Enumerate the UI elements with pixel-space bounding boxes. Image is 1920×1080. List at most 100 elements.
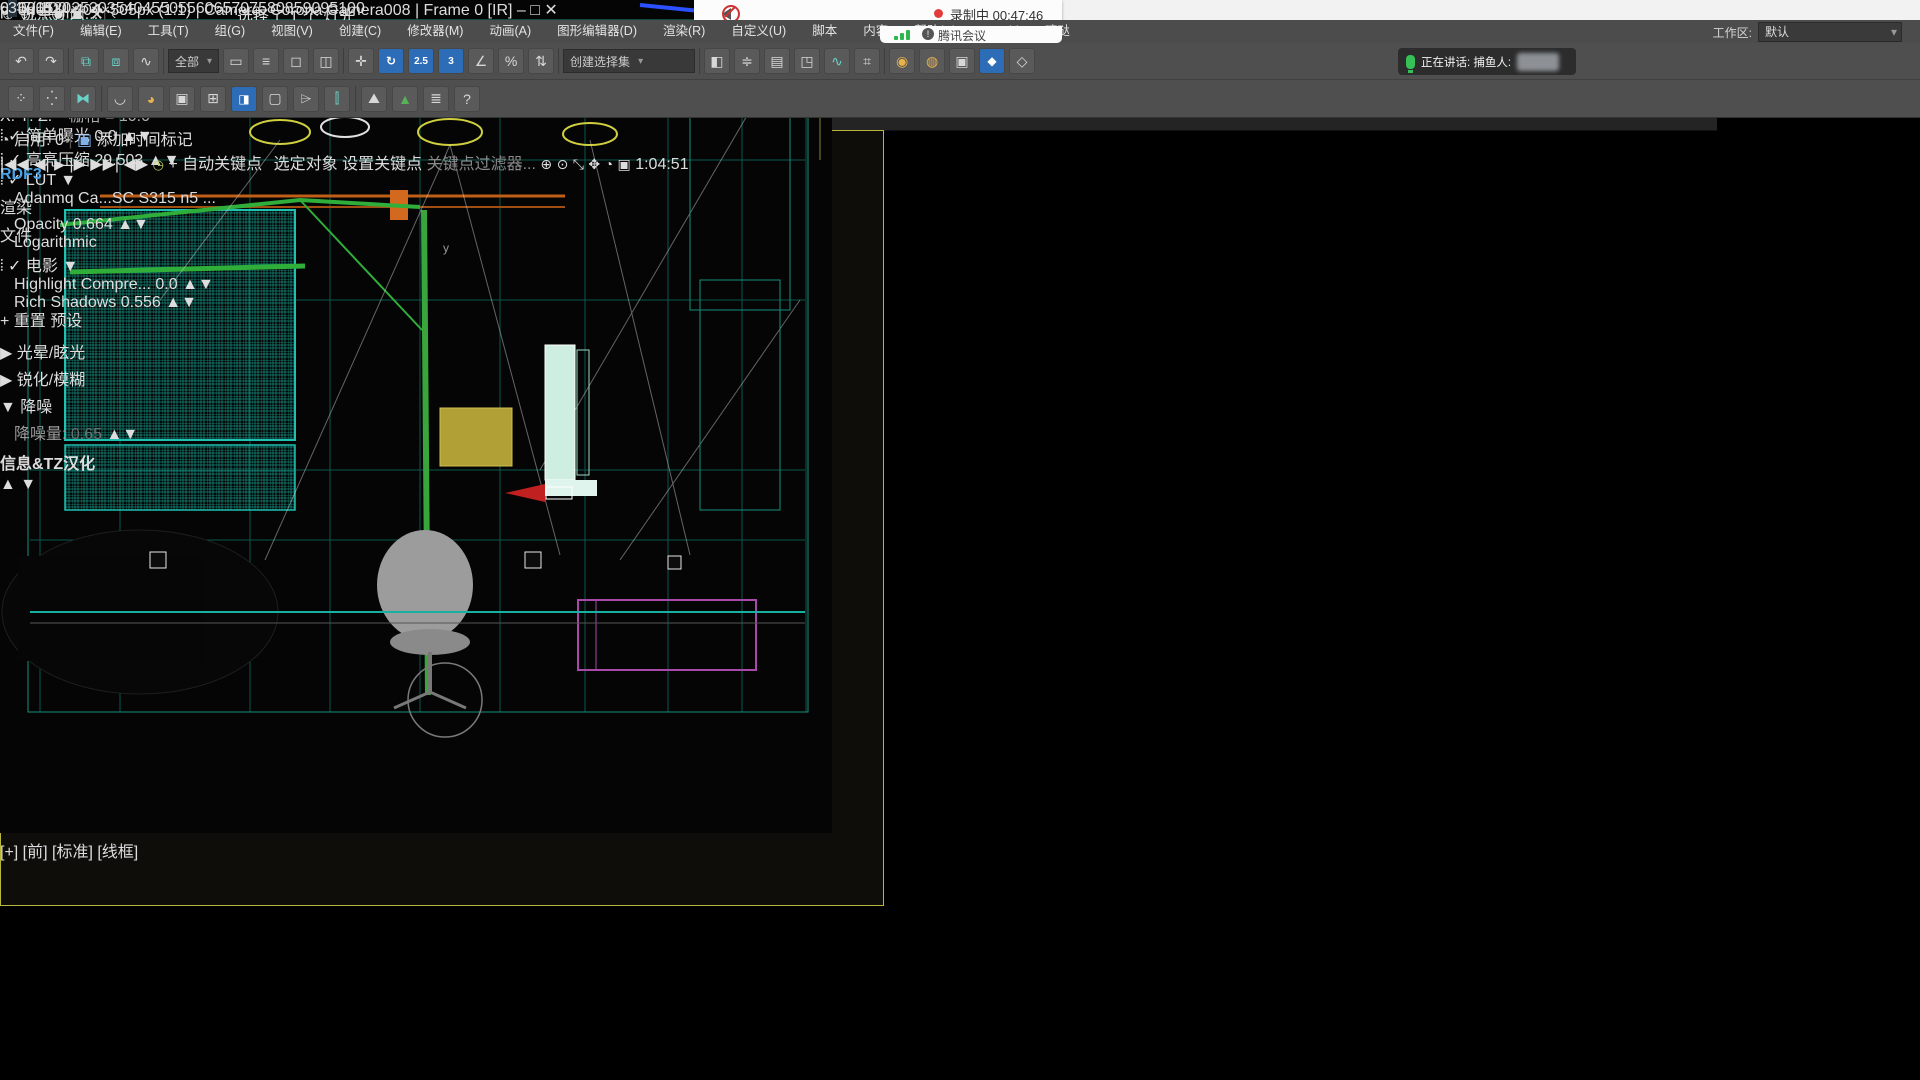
preset-button[interactable]: 预设 bbox=[50, 313, 82, 330]
layers2-icon[interactable]: ⫿ bbox=[324, 86, 350, 112]
cube-icon[interactable]: ▣ bbox=[77, 132, 92, 149]
zoom-extents-icon[interactable]: ⤡ bbox=[573, 156, 584, 172]
scroll-down-icon[interactable]: ▼ bbox=[20, 476, 36, 493]
vfb-scrollbar[interactable]: ▲ ▼ bbox=[0, 476, 600, 494]
go-end-button[interactable]: ▶▶| bbox=[90, 156, 119, 173]
add-time-tag[interactable]: 添加时间标记 bbox=[97, 132, 193, 149]
percent-snap-icon[interactable]: % bbox=[498, 48, 524, 74]
lut-collapse-icon[interactable]: ▼ bbox=[60, 172, 76, 189]
material-editor-icon[interactable]: ◉ bbox=[889, 48, 915, 74]
display-icon[interactable]: ▣ bbox=[169, 86, 195, 112]
menu-item[interactable]: 修改器(M) bbox=[394, 20, 476, 43]
denoise-collapse-icon[interactable]: ▼ bbox=[0, 399, 16, 416]
hc-spinner[interactable]: ▲▼ bbox=[182, 276, 214, 293]
denoise-amount-field[interactable]: 0.65 bbox=[71, 426, 102, 443]
tree-icon[interactable]: ▲ bbox=[392, 86, 418, 112]
key-mode-icon[interactable]: ◀▶ bbox=[124, 156, 149, 173]
rich-shadows-spinner[interactable]: ▲▼ bbox=[165, 294, 197, 311]
auto-key-button[interactable]: 自动关键点 bbox=[182, 156, 262, 173]
info-section-header[interactable]: 信息&TZ汉化 bbox=[0, 456, 95, 473]
select-link-icon[interactable]: ⧉ bbox=[73, 48, 99, 74]
menu-item[interactable]: 自定义(U) bbox=[718, 20, 799, 43]
go-start-button[interactable]: |◀◀ bbox=[0, 156, 29, 173]
rotate-icon[interactable]: ↻ bbox=[378, 48, 404, 74]
lut-browse-button[interactable]: ... bbox=[203, 190, 216, 207]
bloom-section-header[interactable]: 光晕/眩光 bbox=[17, 345, 85, 362]
menu-item[interactable]: 脚本 bbox=[799, 20, 850, 43]
render-production-icon[interactable]: ◆ bbox=[979, 48, 1005, 74]
workspace-dropdown[interactable]: 默认 bbox=[1758, 22, 1902, 42]
muted-speaker-icon[interactable] bbox=[716, 5, 734, 21]
snap-3d-icon[interactable]: 3 bbox=[438, 48, 464, 74]
max-app-icon[interactable]: 3 bbox=[8, 0, 17, 17]
scroll-up-icon[interactable]: ▲ bbox=[0, 476, 16, 493]
time-config-icon[interactable]: ◷ bbox=[153, 157, 164, 172]
render-frame-icon[interactable]: ▣ bbox=[949, 48, 975, 74]
menu-item[interactable]: 动画(A) bbox=[476, 20, 544, 43]
curve-editor-icon[interactable]: ∿ bbox=[824, 48, 850, 74]
maximize-viewport-icon[interactable]: ▣ bbox=[618, 156, 631, 172]
prev-frame-button[interactable]: ◀| bbox=[33, 156, 49, 173]
box-mode-icon[interactable]: ▢ bbox=[262, 86, 288, 112]
dock-item-render[interactable]: 渲染 bbox=[0, 194, 32, 218]
front-viewport-label[interactable]: [+] [前] [标准] [线框] bbox=[0, 838, 832, 862]
sharpen-expand-icon[interactable]: ▶ bbox=[0, 372, 12, 389]
mountain-icon[interactable]: ⛰ bbox=[361, 86, 387, 112]
zoom-all-icon[interactable]: ⊙ bbox=[557, 156, 569, 172]
menu-item[interactable]: 文件(F) bbox=[0, 20, 67, 43]
schematic-view-icon[interactable]: ⌗ bbox=[854, 48, 880, 74]
teapot-icon[interactable]: ◕ bbox=[138, 86, 164, 112]
redo-icon[interactable]: ↷ bbox=[38, 48, 64, 74]
mirror-icon[interactable]: ◧ bbox=[704, 48, 730, 74]
dock-item-files[interactable]: 文件 bbox=[0, 222, 32, 246]
help-icon[interactable]: ? bbox=[454, 86, 480, 112]
lut-dropdown[interactable]: Adanmq Ca...SC S315 n5 bbox=[14, 190, 198, 207]
menu-item[interactable]: 渲染(R) bbox=[650, 20, 718, 43]
crossing-icon[interactable]: ◫ bbox=[313, 48, 339, 74]
rich-shadows-field[interactable]: 0.556 bbox=[121, 294, 161, 311]
selected-object-dropdown[interactable]: 选定对象 bbox=[267, 156, 338, 173]
pan-hand-icon[interactable]: ✥ bbox=[588, 156, 600, 172]
abc-icon[interactable]: ⊞ bbox=[200, 86, 226, 112]
grid-points-icon[interactable]: ⁘ bbox=[8, 86, 34, 112]
snap-magnet-icon[interactable]: ◡ bbox=[107, 86, 133, 112]
named-selection-sets[interactable]: 创建选择集▾ bbox=[563, 49, 695, 73]
denoise-section-header[interactable]: 降噪 bbox=[20, 399, 52, 416]
play-button[interactable]: ▶ bbox=[54, 156, 65, 172]
select-move-icon[interactable]: ✛ bbox=[348, 48, 374, 74]
select-by-name-icon[interactable]: ≡ bbox=[253, 48, 279, 74]
camera-icon[interactable]: ⌲ bbox=[293, 86, 319, 112]
angle-snap-icon[interactable]: ∠ bbox=[468, 48, 494, 74]
capture-icon[interactable]: ◨ bbox=[231, 86, 257, 112]
render-iterative-icon[interactable]: ◇ bbox=[1009, 48, 1035, 74]
dots-icon[interactable]: ⁛ bbox=[39, 86, 65, 112]
zero-badge[interactable]: 0 bbox=[55, 132, 64, 149]
undo-icon[interactable]: ↶ bbox=[8, 48, 34, 74]
unlink-icon[interactable]: ⧈ bbox=[103, 48, 129, 74]
snap-25-icon[interactable]: 2.5 bbox=[408, 48, 434, 74]
film-collapse-icon[interactable]: ▼ bbox=[62, 258, 78, 275]
film-checkbox[interactable]: ✓ bbox=[8, 258, 21, 275]
selection-filter-dropdown[interactable]: 全部▾ bbox=[168, 49, 219, 73]
list-lines-icon[interactable]: ≣ bbox=[423, 86, 449, 112]
denoise-spinner[interactable]: ▲▼ bbox=[107, 426, 139, 443]
render-setup-icon[interactable]: ◍ bbox=[919, 48, 945, 74]
bloom-expand-icon[interactable]: ▶ bbox=[0, 345, 12, 362]
orbit-icon[interactable]: ◔ bbox=[605, 156, 613, 172]
menu-item[interactable]: 组(G) bbox=[202, 20, 259, 43]
spinner-snap-icon[interactable]: ⇅ bbox=[528, 48, 554, 74]
menu-item[interactable]: 工具(T) bbox=[135, 20, 202, 43]
add-workspace-button[interactable]: + bbox=[168, 156, 177, 173]
menu-item[interactable]: 视图(V) bbox=[258, 20, 326, 43]
bind-spacewarp-icon[interactable]: ∿ bbox=[133, 48, 159, 74]
meeting-overlay[interactable]: ! 腾讯会议 bbox=[880, 26, 1062, 43]
opacity-field[interactable]: 0.664 bbox=[73, 216, 113, 233]
align-icon[interactable]: ≑ bbox=[734, 48, 760, 74]
layer-manager-icon[interactable]: ▤ bbox=[764, 48, 790, 74]
menu-item[interactable]: 创建(C) bbox=[326, 20, 394, 43]
hc-field[interactable]: 0.0 bbox=[155, 276, 177, 293]
select-object-icon[interactable]: ▭ bbox=[223, 48, 249, 74]
zoom-viewport-icon[interactable]: ⊕ bbox=[540, 156, 552, 172]
sharpen-section-header[interactable]: 锐化/模糊 bbox=[17, 372, 85, 389]
chain-icon[interactable]: ⧓ bbox=[70, 86, 96, 112]
